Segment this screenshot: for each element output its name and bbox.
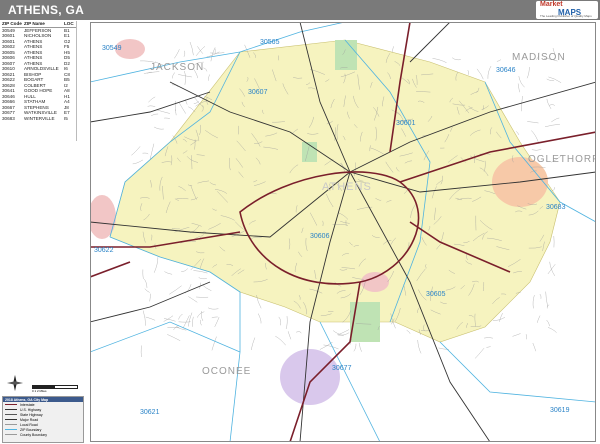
scale-label: 0 1 2 Miles	[32, 389, 47, 393]
legend-label: Local Road	[20, 422, 38, 427]
legend-label: County Boundary	[20, 432, 48, 437]
legend-swatch	[5, 429, 17, 430]
north-arrow-icon	[6, 374, 24, 392]
zip-label: 30549	[102, 45, 122, 52]
zip-name-cell: WINTERVILLE	[24, 115, 55, 121]
county-label-oglethorpe: OGLETHORPE	[528, 154, 596, 165]
zip-code-cell: 30683	[2, 115, 15, 121]
legend-label: U.S. Highway	[20, 407, 42, 412]
county-label-jackson: JACKSON	[150, 62, 204, 73]
zip-label: 30677	[332, 365, 352, 372]
map-canvas[interactable]: JACKSON MADISON OGLETHORPE OCONEE ATHENS…	[90, 22, 596, 442]
zip-header-code: ZIP Code	[2, 21, 22, 26]
logo-tagline: The Leading Publisher of Quality Maps	[540, 14, 592, 18]
legend-label: Interstate	[20, 402, 35, 407]
publisher-logo: Market MAPS The Leading Publisher of Qua…	[536, 1, 598, 19]
legend-label: ZIP Boundary	[20, 427, 42, 432]
zip-label: 30601	[396, 120, 416, 127]
legend-item: County Boundary	[3, 432, 83, 437]
city-label-athens: ATHENS	[322, 181, 372, 193]
scale-bar: 0 1 2 Miles	[32, 385, 78, 393]
logo-text-market: Market	[540, 1, 563, 8]
zip-table-row: 30683 WINTERVILLE I5	[2, 116, 76, 122]
park-area	[350, 302, 380, 342]
map-title: ATHENS, GA	[8, 3, 85, 17]
county-label-madison: MADISON	[512, 52, 566, 63]
zip-label: 30621	[140, 409, 160, 416]
legend-swatch	[5, 419, 17, 420]
legend-swatch	[5, 409, 17, 410]
county-label-oconee: OCONEE	[202, 366, 251, 377]
legend-swatch	[5, 424, 17, 425]
zip-code-table: ZIP Code ZIP Name LOC 30549 JEFFERSON B1 30…	[2, 21, 77, 141]
zip-label: 30607	[248, 89, 268, 96]
zip-label: 30646	[496, 67, 516, 74]
zip-label: 30606	[310, 233, 330, 240]
zip-label: 30619	[550, 407, 570, 414]
map-header: ATHENS, GA Market MAPS The Leading Publi…	[0, 0, 600, 20]
zip-label: 30565	[260, 39, 280, 46]
zip-header-name: ZIP Name	[24, 21, 45, 26]
watkinsville-area	[280, 349, 340, 405]
legend-swatch	[5, 404, 17, 405]
legend-label: State Highway	[20, 412, 43, 417]
legend-items: Interstate U.S. Highway State Highway Major…	[3, 402, 83, 437]
zip-label: 30683	[546, 204, 566, 211]
legend-label: Major Road	[20, 417, 39, 422]
zip-label: 30622	[94, 247, 114, 254]
zip-table-body: 30549 JEFFERSON B1 30601 NICHOLSON E1 30601 ATH…	[2, 28, 76, 122]
legend-swatch	[5, 414, 17, 415]
map-legend: 2018 Athens, GA City Map Interstate U.S. …	[2, 396, 84, 443]
park-area	[335, 40, 357, 70]
legend-swatch	[5, 434, 17, 435]
zip-header-loc: LOC	[64, 21, 74, 26]
zip-loc-cell: I5	[64, 115, 68, 121]
zip-label: 30605	[426, 291, 446, 298]
